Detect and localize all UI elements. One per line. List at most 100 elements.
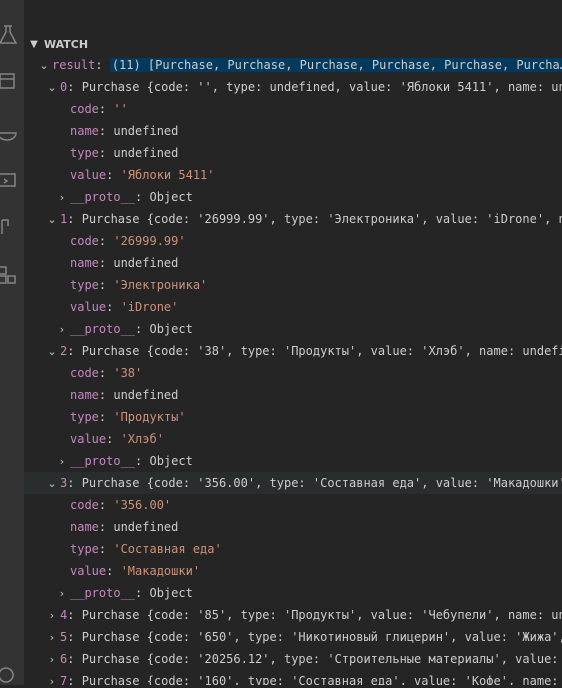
chevron-down-icon[interactable]: ⌄ [44,209,60,230]
proto-key: __proto__ [70,454,136,468]
property-row[interactable]: code: '356.00' [24,494,562,516]
property-value: undefined [113,124,179,138]
chevron-down-icon[interactable]: ⌄ [44,341,60,362]
item-summary: Purchase {code: '', type: undefined, val… [81,80,562,94]
item-summary: Purchase {code: '356.00', type: 'Составн… [81,476,562,490]
property-row[interactable]: type: 'Электроника' [24,274,562,296]
property-row[interactable]: name: undefined [24,516,562,538]
property-value: 'Составная еда' [113,542,222,556]
property-key: type [70,410,99,424]
proto-row[interactable]: › __proto__: Object [24,450,562,472]
proto-value: Object [149,322,193,336]
docker-icon[interactable] [0,118,24,146]
chevron-right-icon[interactable]: › [44,605,60,626]
property-value: '26999.99' [113,234,186,248]
property-key: value [70,168,107,182]
chevron-down-icon: ▼ [30,38,38,50]
list-item[interactable]: › 4: Purchase {code: '85', type: 'Продукт… [24,604,562,626]
property-value: undefined [113,388,179,402]
proto-row[interactable]: › __proto__: Object [24,186,562,208]
watch-panel: ▼ WATCH ⌄ result: (11) [Purchase, Purchas… [24,0,562,685]
proto-value: Object [149,586,193,600]
item-summary: Purchase {code: '85', type: 'Продукты', … [81,608,562,622]
proto-value: Object [149,190,193,204]
list-item[interactable]: › 5: Purchase {code: '650', type: 'Никоти… [24,626,562,648]
watch-result-row[interactable]: ⌄ result: (11) [Purchase, Purchase, Purch… [24,54,562,76]
property-row[interactable]: type: 'Продукты' [24,406,562,428]
property-row[interactable]: name: undefined [24,120,562,142]
property-value: undefined [113,520,179,534]
property-row[interactable]: name: undefined [24,384,562,406]
list-item[interactable]: ⌄ 3: Purchase {code: '356.00', type: 'Сос… [24,472,562,494]
list-item[interactable]: › 7: Purchase {code: '160', type: 'Состав… [24,670,562,685]
property-value: 'Макадошки' [120,564,201,578]
proto-value: Object [149,454,193,468]
account-icon[interactable] [0,660,24,688]
property-key: name [70,124,99,138]
chevron-right-icon[interactable]: › [54,583,70,604]
property-value: undefined [113,146,179,160]
chevron-right-icon[interactable]: › [44,627,60,648]
proto-key: __proto__ [70,190,136,204]
chevron-right-icon[interactable]: › [54,451,70,472]
property-key: type [70,146,99,160]
property-key: code [70,498,99,512]
property-row[interactable]: type: undefined [24,142,562,164]
item-summary: Purchase {code: '160', type: 'Составная … [81,674,562,685]
proto-row[interactable]: › __proto__: Object [24,582,562,604]
proto-row[interactable]: › __proto__: Object [24,318,562,340]
property-key: type [70,278,99,292]
source-control-icon[interactable] [0,212,24,240]
flask-icon[interactable] [0,20,24,48]
chevron-right-icon[interactable]: › [54,319,70,340]
property-key: name [70,520,99,534]
list-item[interactable]: ⌄ 1: Purchase {code: '26999.99', type: 'Э… [24,208,562,230]
chevron-down-icon[interactable]: ⌄ [36,55,52,76]
proto-key: __proto__ [70,322,136,336]
list-item[interactable]: ⌄ 0: Purchase {code: '', type: undefined,… [24,76,562,98]
property-row[interactable]: value: 'iDrone' [24,296,562,318]
property-value: 'Электроника' [113,278,208,292]
property-row[interactable]: value: 'Хлэб' [24,428,562,450]
chevron-down-icon[interactable]: ⌄ [44,77,60,98]
watch-section-header[interactable]: ▼ WATCH [24,33,562,55]
property-value: '356.00' [113,498,172,512]
result-summary: (11) [Purchase, Purchase, Purchase, Purc… [109,58,562,72]
list-item[interactable]: ⌄ 2: Purchase {code: '38', type: 'Продукт… [24,340,562,362]
property-row[interactable]: name: undefined [24,252,562,274]
result-label: result [52,58,96,72]
item-summary: Purchase {code: '20256.12', type: 'Строи… [81,652,562,666]
chevron-right-icon[interactable]: › [44,649,60,670]
property-row[interactable]: code: '38' [24,362,562,384]
list-item[interactable]: › 6: Purchase {code: '20256.12', type: 'С… [24,648,562,670]
blocks-icon[interactable] [0,260,24,288]
property-row[interactable]: code: '' [24,98,562,120]
watch-title: WATCH [44,37,89,51]
item-summary: Purchase {code: '38', type: 'Продукты', … [81,344,562,358]
chevron-down-icon[interactable]: ⌄ [44,473,60,494]
property-row[interactable]: code: '26999.99' [24,230,562,252]
property-row[interactable]: value: 'Яблоки 5411' [24,164,562,186]
property-row[interactable]: value: 'Макадошки' [24,560,562,582]
property-key: name [70,256,99,270]
property-value: '' [113,102,128,116]
chevron-right-icon[interactable]: › [44,671,60,685]
extensions-icon[interactable] [0,66,24,94]
property-row[interactable]: type: 'Составная еда' [24,538,562,560]
activity-bar [0,0,24,685]
property-value: 'Яблоки 5411' [120,168,215,182]
item-summary: Purchase {code: '26999.99', type: 'Элект… [81,212,562,226]
property-value: '38' [113,366,143,380]
property-key: value [70,432,107,446]
remote-explorer-icon[interactable] [0,166,24,194]
property-value: 'Хлэб' [120,432,164,446]
chevron-right-icon[interactable]: › [54,187,70,208]
property-value: 'iDrone' [120,300,179,314]
item-summary: Purchase {code: '650', type: 'Никотиновы… [81,630,562,644]
property-value: undefined [113,256,179,270]
property-key: code [70,366,99,380]
property-key: value [70,300,107,314]
property-key: name [70,388,99,402]
property-key: value [70,564,107,578]
property-key: code [70,234,99,248]
